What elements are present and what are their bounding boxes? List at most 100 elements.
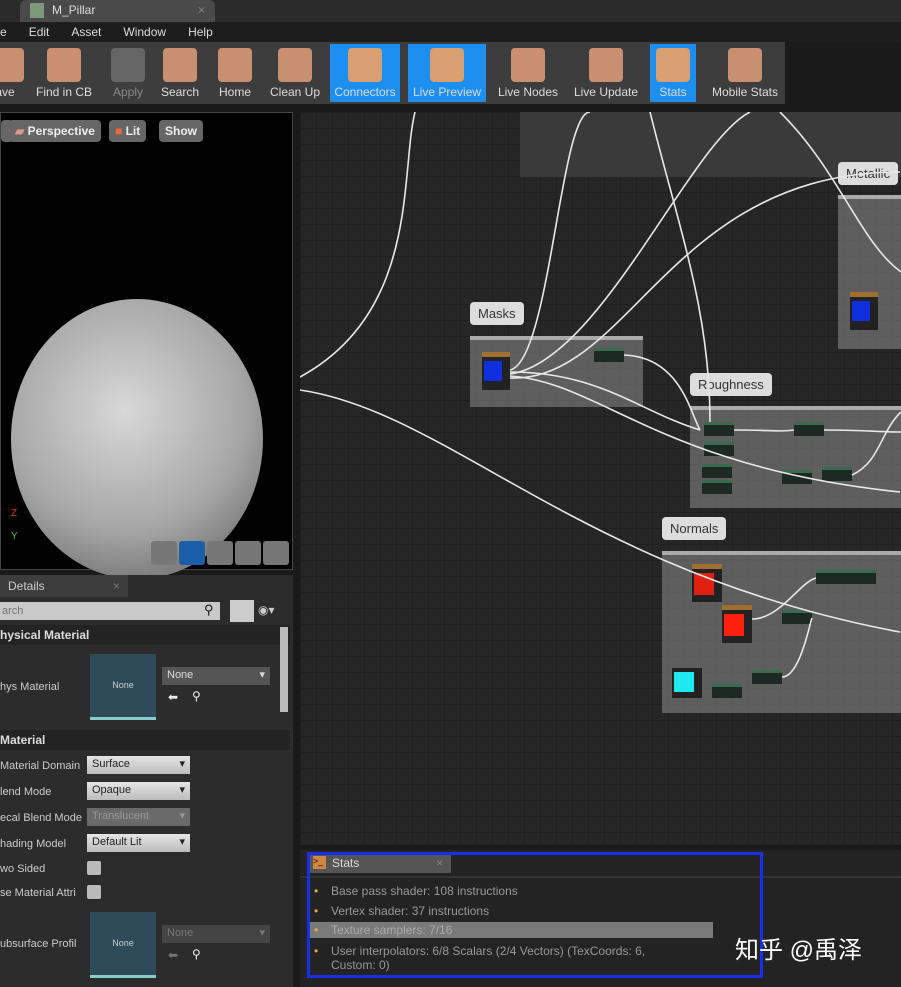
details-tab-label: Details: [8, 579, 45, 593]
decal-blend-mode-dropdown[interactable]: Translucent: [87, 808, 190, 826]
tv-icon: [430, 48, 464, 82]
material-graph-canvas[interactable]: Masks Roughness Normals Metallic: [300, 112, 901, 845]
section-material[interactable]: Material: [0, 730, 290, 750]
show-button[interactable]: Show: [159, 120, 203, 142]
shading-model-dropdown[interactable]: Default Lit: [87, 834, 190, 852]
search-icon: ⚲: [204, 602, 214, 617]
decal-blend-mode-label: ecal Blend Mode: [0, 812, 82, 824]
wire: [751, 577, 817, 620]
tab-bar: M_Pillar ×: [0, 0, 901, 22]
toolbar-label: Home: [218, 85, 251, 99]
graph-wires: [300, 112, 901, 678]
axis-y-label: Y: [11, 531, 18, 542]
connectors-button[interactable]: Connectors: [330, 44, 400, 102]
browse-icon[interactable]: ⚲: [192, 689, 201, 703]
wire: [781, 617, 813, 678]
use-material-attributes-label: se Material Attri: [0, 887, 76, 899]
menu-asset[interactable]: Asset: [71, 22, 101, 39]
preview-shape-buttons: [151, 541, 291, 565]
lit-button[interactable]: ■ Lit: [109, 120, 147, 142]
toolbar-label: Stats: [659, 85, 687, 99]
mobile-stats-icon: [728, 48, 762, 82]
custom-mesh-button[interactable]: [263, 541, 289, 565]
tab-title: M_Pillar: [52, 3, 96, 17]
wire: [733, 429, 795, 432]
toolbar-label: Live Preview: [412, 85, 482, 99]
lit-icon: ■: [115, 124, 126, 138]
stats-button[interactable]: Stats: [650, 44, 696, 102]
subsurface-profile-label: ubsurface Profil: [0, 938, 77, 950]
menu-help[interactable]: Help: [188, 22, 213, 39]
material-domain-dropdown[interactable]: Surface: [87, 756, 190, 774]
two-sided-checkbox[interactable]: [87, 861, 101, 875]
perspective-icon: ▰: [15, 124, 28, 138]
close-icon[interactable]: ×: [198, 3, 205, 17]
subsurface-profile-dropdown[interactable]: None: [162, 925, 270, 943]
watermark: 知乎 @禹泽: [735, 937, 863, 964]
checkmark-icon: [111, 48, 145, 82]
show-label: Show: [165, 124, 197, 138]
toolbar-label: Apply: [112, 85, 144, 99]
ave-button[interactable]: ave: [0, 44, 24, 102]
wire: [509, 112, 751, 375]
wire: [779, 112, 901, 273]
browse-icon[interactable]: ⚲: [192, 947, 201, 961]
use-selected-arrow-icon[interactable]: ⬅: [168, 948, 178, 962]
stats-panel: >_Stats× Base pass shader: 108 instructi…: [300, 850, 901, 987]
highlight-box: [307, 852, 763, 978]
magnifier-icon: [47, 48, 81, 82]
use-material-attributes-checkbox[interactable]: [87, 885, 101, 899]
material-preview-sphere: [11, 299, 263, 579]
sphere-shape-button[interactable]: [179, 541, 205, 565]
cylinder-shape-button[interactable]: [151, 541, 177, 565]
axis-z-label: Z: [11, 508, 18, 519]
perspective-label: Perspective: [27, 124, 95, 138]
toolbar-label: Clean Up: [269, 85, 321, 99]
scrollbar[interactable]: [280, 627, 288, 712]
menu-bar: e Edit Asset Window Help: [0, 22, 901, 42]
perspective-button[interactable]: ▰ Perspective: [9, 120, 101, 142]
home-icon: [218, 48, 252, 82]
phys-material-thumbnail[interactable]: None: [90, 654, 156, 720]
section-physical-material[interactable]: hysical Material: [0, 625, 290, 645]
blend-mode-dropdown[interactable]: Opaque: [87, 782, 190, 800]
details-search-input[interactable]: [0, 602, 220, 620]
toolbar-label: ave: [0, 85, 15, 99]
clean-up-button[interactable]: Clean Up: [266, 44, 324, 102]
live-update-button[interactable]: Live Update: [568, 44, 644, 102]
wire: [300, 389, 901, 633]
menu-file[interactable]: e: [0, 22, 7, 39]
menu-edit[interactable]: Edit: [29, 22, 50, 39]
home-button[interactable]: Home: [212, 44, 258, 102]
save-icon: [0, 48, 24, 82]
live-nodes-button[interactable]: Live Nodes: [492, 44, 564, 102]
lit-label: Lit: [125, 124, 141, 138]
cube-shape-button[interactable]: [235, 541, 261, 565]
eye-visibility-icon[interactable]: ◉▾: [258, 603, 275, 617]
wire: [300, 112, 416, 378]
search-button[interactable]: Search: [156, 44, 204, 102]
document-tab[interactable]: M_Pillar ×: [20, 0, 215, 22]
stats-icon: [656, 48, 690, 82]
close-icon[interactable]: ×: [113, 579, 120, 593]
apply-button[interactable]: Apply: [106, 44, 150, 102]
toolbar-label: Connectors: [334, 85, 396, 99]
live-preview-button[interactable]: Live Preview: [408, 44, 486, 102]
toolbar: ave Find in CB Apply Search Home Clean Up Conn…: [0, 42, 785, 104]
toolbar-label: Mobile Stats: [711, 85, 779, 99]
grid-view-button[interactable]: [230, 600, 254, 622]
preview-viewport[interactable]: ▰ Perspective ■ Lit Show Z Y: [0, 112, 293, 579]
wire: [823, 429, 901, 433]
menu-window[interactable]: Window: [123, 22, 166, 39]
wire: [851, 411, 901, 476]
material-domain-label: Material Domain: [0, 760, 81, 772]
find-in-cb-button[interactable]: Find in CB: [32, 44, 96, 102]
subsurface-profile-thumbnail[interactable]: None: [90, 912, 156, 978]
use-selected-arrow-icon[interactable]: ⬅: [168, 690, 178, 704]
plane-shape-button[interactable]: [207, 541, 233, 565]
toolbar-label: Find in CB: [35, 85, 93, 99]
phys-material-dropdown[interactable]: None: [162, 667, 270, 685]
details-tab[interactable]: Details ×: [0, 575, 128, 597]
mobile-stats-button[interactable]: Mobile Stats: [706, 44, 784, 102]
toolbar-label: Live Nodes: [497, 85, 559, 99]
